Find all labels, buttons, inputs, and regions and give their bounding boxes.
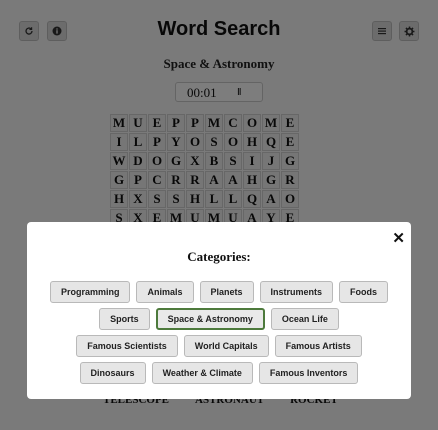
category-row: Programming Animals Planets Instruments … — [27, 281, 411, 303]
category-button-famous-inventors[interactable]: Famous Inventors — [258, 362, 359, 384]
category-button-sports[interactable]: Sports — [99, 308, 150, 330]
category-button-famous-artists[interactable]: Famous Artists — [274, 335, 362, 357]
category-button-animals[interactable]: Animals — [136, 281, 194, 303]
category-button-programming[interactable]: Programming — [49, 281, 131, 303]
close-icon[interactable]: ✕ — [392, 229, 405, 247]
category-button-dinosaurs[interactable]: Dinosaurs — [79, 362, 146, 384]
category-button-foods[interactable]: Foods — [339, 281, 389, 303]
category-button-famous-scientists[interactable]: Famous Scientists — [76, 335, 178, 357]
category-button-planets[interactable]: Planets — [199, 281, 254, 303]
category-button-world-capitals[interactable]: World Capitals — [183, 335, 269, 357]
category-button-space-astronomy[interactable]: Space & Astronomy — [155, 308, 265, 330]
category-row: Dinosaurs Weather & Climate Famous Inven… — [27, 362, 411, 384]
modal-title: Categories: — [187, 249, 251, 264]
category-button-instruments[interactable]: Instruments — [259, 281, 334, 303]
category-button-weather-climate[interactable]: Weather & Climate — [151, 362, 253, 384]
category-button-ocean-life[interactable]: Ocean Life — [270, 308, 339, 330]
category-row: Famous Scientists World Capitals Famous … — [27, 335, 411, 357]
category-modal: ✕ Categories: Programming Animals Planet… — [27, 222, 411, 399]
category-row: Sports Space & Astronomy Ocean Life — [27, 308, 411, 330]
